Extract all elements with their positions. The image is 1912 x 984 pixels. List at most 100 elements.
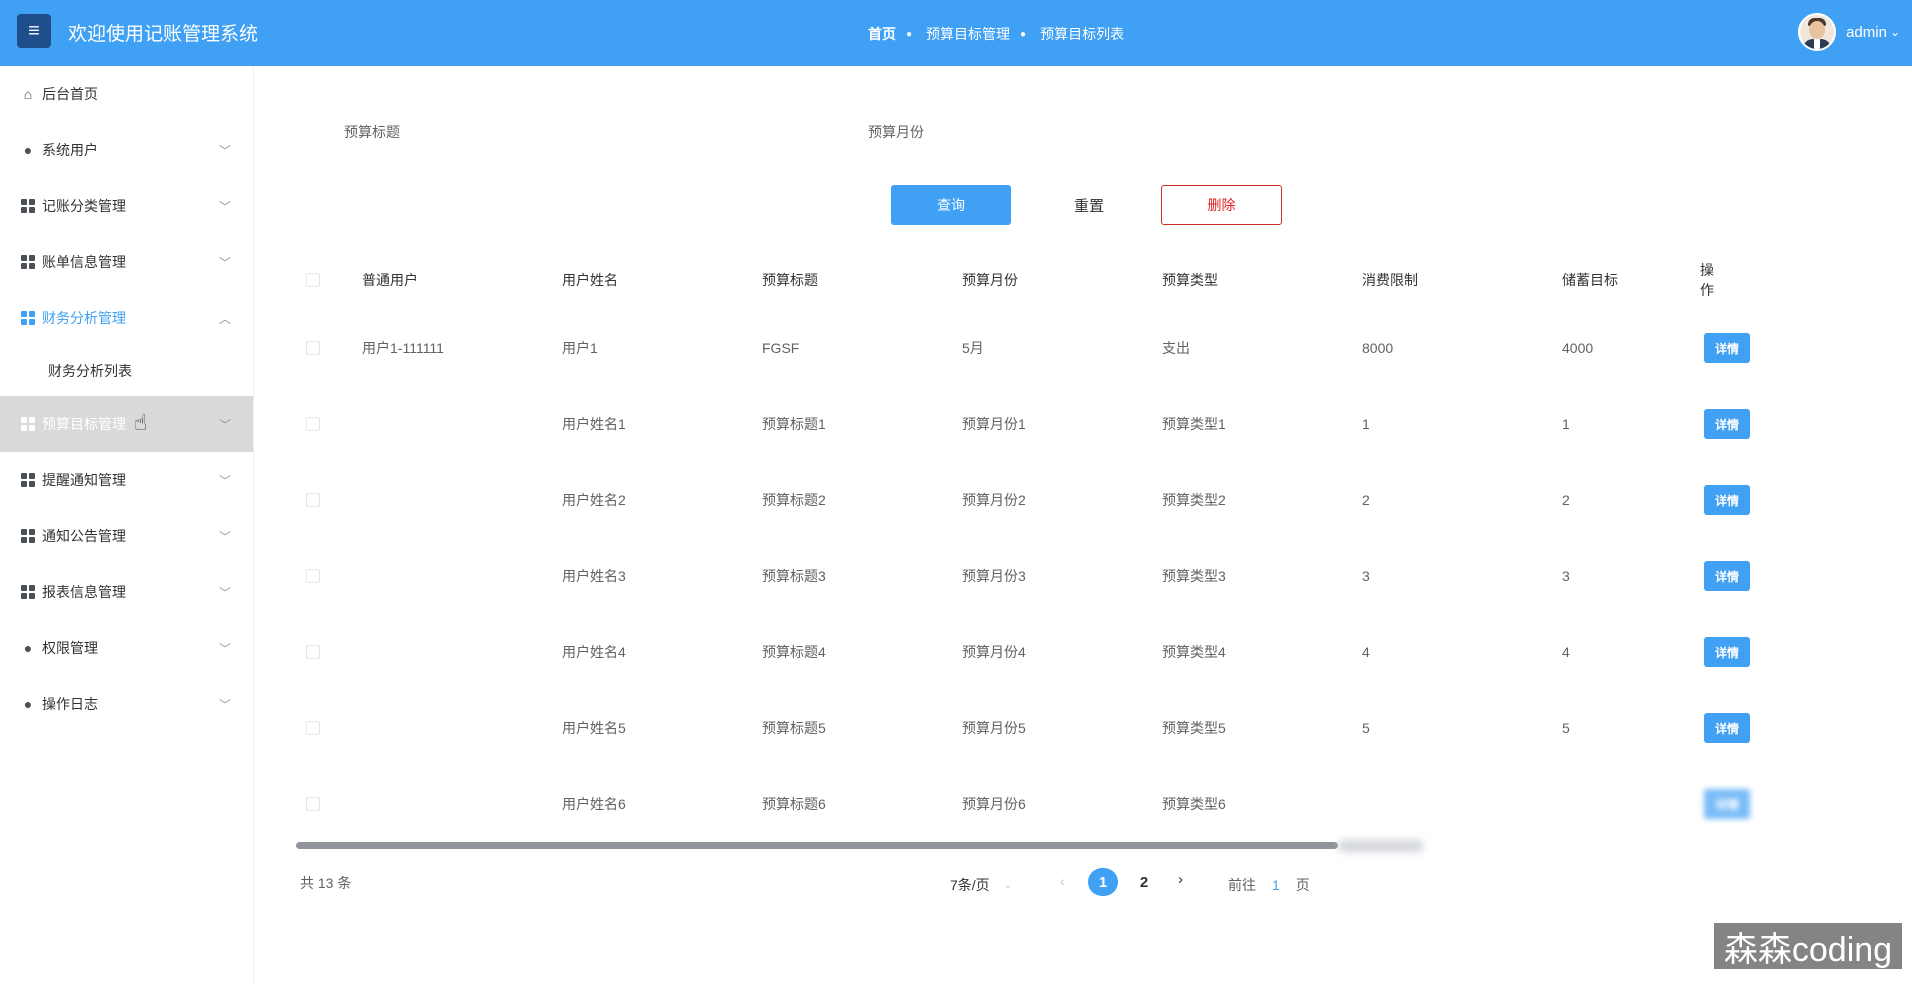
table-cell: 用户1-111111 (362, 340, 444, 356)
table-cell: 用户姓名5 (562, 720, 626, 736)
sidebar-item-budget[interactable]: 预算目标管理 ☝ ﹀ (0, 396, 253, 452)
row-checkbox[interactable] (306, 645, 320, 659)
column-header: 消费限制 (1362, 272, 1418, 288)
page-number[interactable]: 2 (1129, 868, 1159, 896)
table-header: 普通用户 用户姓名 预算标题 预算月份 预算类型 消费限制 储蓄目标 操作 (296, 262, 1714, 298)
breadcrumb-budget-management[interactable]: 预算目标管理 (926, 24, 1010, 44)
sidebar-item-notices[interactable]: 通知公告管理 ﹀ (0, 508, 253, 564)
table-cell: 预算标题6 (762, 796, 826, 812)
chevron-down-icon[interactable]: ⌄ (1004, 880, 1012, 891)
sidebar-item-reports[interactable]: 报表信息管理 ﹀ (0, 564, 253, 620)
table-cell: 预算月份1 (962, 416, 1026, 432)
chevron-up-icon: ︿ (218, 312, 231, 326)
detail-button[interactable]: 详情 (1704, 561, 1750, 591)
table-cell: 预算标题5 (762, 720, 826, 736)
detail-button[interactable]: 详情 (1704, 333, 1750, 363)
watermark: 森森coding (1714, 923, 1902, 969)
horizontal-scrollbar[interactable] (296, 842, 1338, 849)
chevron-down-icon[interactable]: ⌄ (1890, 25, 1900, 39)
filter-month-label[interactable]: 预算月份 (868, 122, 924, 142)
table-cell: 8000 (1362, 340, 1394, 356)
table-cell: 4000 (1562, 340, 1594, 356)
query-button[interactable]: 查询 (891, 185, 1011, 225)
detail-button[interactable]: 详情 (1704, 637, 1750, 667)
table-row: 用户姓名5 预算标题5 预算月份5 预算类型5 5 5 详情 (296, 690, 1750, 766)
sidebar-item-bills[interactable]: 账单信息管理 ﹀ (0, 234, 253, 290)
table-cell: 预算类型2 (1162, 492, 1226, 508)
table-cell: 3 (1562, 568, 1570, 584)
chevron-down-icon: ﹀ (218, 474, 231, 488)
grid-icon (20, 584, 36, 600)
grid-icon (20, 528, 36, 544)
page-number[interactable]: 1 (1088, 868, 1118, 896)
goto-page: 前往 1 页 (1228, 875, 1310, 895)
reset-button[interactable]: 重置 (1029, 185, 1149, 225)
table-cell: 5 (1562, 720, 1570, 736)
sidebar-item-label: 财务分析管理 (42, 310, 126, 326)
row-checkbox[interactable] (306, 493, 320, 507)
table-cell: 2 (1562, 492, 1570, 508)
pagination-total: 共 13 条 (300, 875, 352, 891)
delete-button[interactable]: 删除 (1161, 185, 1282, 225)
table-cell: 1 (1362, 416, 1370, 432)
table-cell: 预算月份6 (962, 796, 1026, 812)
table-row: 用户1-111111 用户1 FGSF 5月 支出 8000 4000 详情 (296, 310, 1750, 386)
detail-button[interactable]: 详情 (1704, 485, 1750, 515)
row-checkbox[interactable] (306, 797, 320, 811)
chevron-down-icon: ﹀ (218, 586, 231, 600)
sidebar-item-label: 账单信息管理 (42, 254, 126, 270)
breadcrumb-budget-list: 预算目标列表 (1040, 26, 1125, 42)
app-title: 欢迎使用记账管理系统 (68, 24, 259, 45)
page-size-select[interactable]: 7条/页 ⌄ (950, 875, 1012, 895)
prev-page-icon[interactable]: ‹ (1060, 873, 1065, 889)
page-size-value[interactable]: 7条/页 (950, 875, 990, 895)
hamburger-icon[interactable]: ≡ (17, 14, 51, 48)
username[interactable]: admin (1846, 24, 1887, 41)
grid-icon (20, 198, 36, 214)
goto-suffix: 页 (1295, 877, 1310, 893)
breadcrumb: 首页 ● 预算目标管理 ● 预算目标列表 (868, 24, 1124, 44)
table-cell: 预算标题4 (762, 644, 826, 660)
table-cell: 预算类型6 (1162, 796, 1226, 812)
table-row: 用户姓名3 预算标题3 预算月份3 预算类型3 3 3 详情 (296, 538, 1750, 614)
breadcrumb-home[interactable]: 首页 (868, 24, 896, 44)
grid-icon (20, 416, 36, 432)
column-header: 预算类型 (1162, 272, 1218, 288)
sidebar-item-reminders[interactable]: 提醒通知管理 ﹀ (0, 452, 253, 508)
table-cell: 预算类型4 (1162, 644, 1226, 660)
table-cell: 用户姓名6 (562, 796, 626, 812)
chevron-down-icon: ﹀ (218, 200, 231, 214)
breadcrumb-separator-icon: ● (1020, 28, 1027, 40)
column-header: 预算标题 (762, 272, 818, 288)
sidebar-subitem-finance-list[interactable]: 财务分析列表 (0, 346, 253, 396)
row-checkbox[interactable] (306, 341, 320, 355)
user-menu[interactable]: admin ⌄ (1798, 13, 1900, 51)
sidebar-item-system-users[interactable]: ● 系统用户 ﹀ (0, 122, 253, 178)
avatar[interactable] (1798, 13, 1837, 51)
top-header: ≡ 欢迎使用记账管理系统 首页 ● 预算目标管理 ● 预算目标列表 admin … (0, 0, 1912, 66)
chevron-down-icon: ﹀ (218, 144, 231, 158)
sidebar-item-category[interactable]: 记账分类管理 ﹀ (0, 178, 253, 234)
table-cell: 预算标题2 (762, 492, 826, 508)
sidebar-item-permissions[interactable]: ● 权限管理 ﹀ (0, 620, 253, 676)
sidebar-item-logs[interactable]: ● 操作日志 ﹀ (0, 676, 253, 732)
table-row: 用户姓名6 预算标题6 预算月份6 预算类型6 详情 (296, 766, 1750, 842)
sidebar-item-finance-analysis[interactable]: 财务分析管理 ︿ (0, 290, 253, 346)
column-header: 用户姓名 (562, 272, 618, 288)
detail-button[interactable]: 详情 (1704, 789, 1750, 819)
goto-prefix: 前往 (1228, 877, 1256, 893)
detail-button[interactable]: 详情 (1704, 409, 1750, 439)
row-checkbox[interactable] (306, 417, 320, 431)
sidebar-item-label: 操作日志 (42, 696, 98, 712)
next-page-icon[interactable]: › (1178, 871, 1183, 888)
table-cell: 预算月份2 (962, 492, 1026, 508)
select-all-checkbox[interactable] (306, 273, 320, 287)
filter-title-label[interactable]: 预算标题 (344, 122, 400, 142)
sidebar-item-home[interactable]: ⌂ 后台首页 (0, 66, 253, 122)
row-checkbox[interactable] (306, 721, 320, 735)
table-cell: 用户姓名3 (562, 568, 626, 584)
row-checkbox[interactable] (306, 569, 320, 583)
goto-page-input[interactable]: 1 (1272, 877, 1280, 893)
detail-button[interactable]: 详情 (1704, 713, 1750, 743)
grid-icon (20, 472, 36, 488)
